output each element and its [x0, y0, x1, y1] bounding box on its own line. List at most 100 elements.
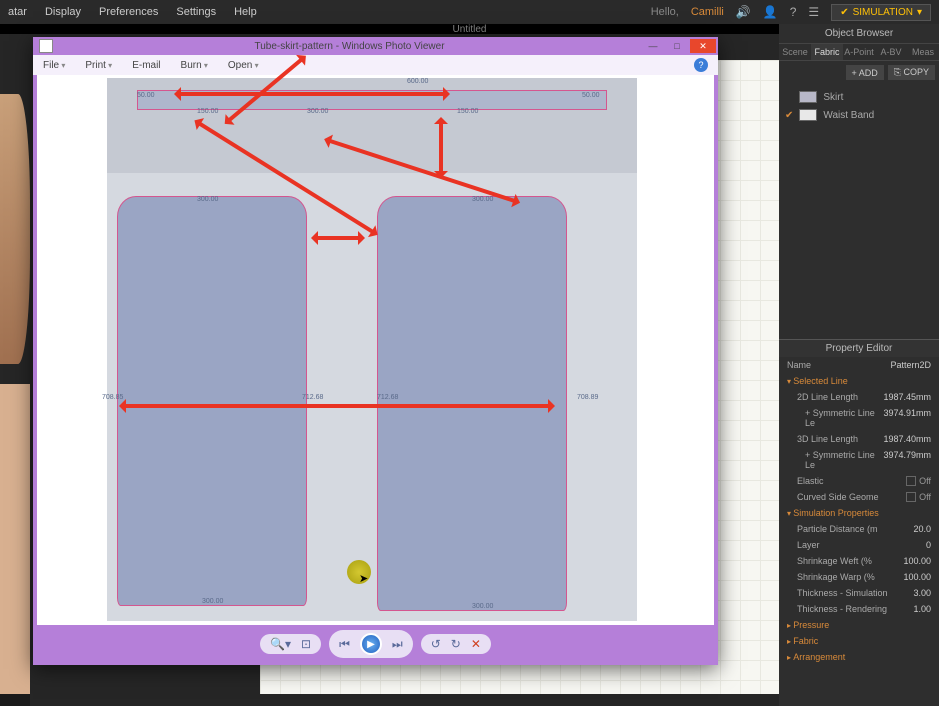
- maximize-button[interactable]: □: [666, 39, 688, 53]
- arrow-icon: [122, 404, 552, 408]
- meas-label: 300.00: [472, 603, 493, 610]
- prop-label: Shrinkage Warp (%: [797, 572, 875, 582]
- prop-value: 1987.40mm: [883, 434, 931, 444]
- tab-abv[interactable]: A-BV: [875, 44, 907, 60]
- right-panel: Object Browser Scene Fabric A-Point A-BV…: [779, 24, 939, 706]
- slideshow-button[interactable]: ▶: [360, 633, 382, 655]
- pv-content[interactable]: 600.00 50.00 50.00 150.00 300.00 150.00 …: [37, 75, 714, 625]
- pv-menubar: File Print E-mail Burn Open ?: [33, 55, 718, 75]
- delete-icon[interactable]: ✕: [471, 637, 481, 651]
- hello-label: Hello,: [651, 6, 679, 18]
- menu-preferences[interactable]: Preferences: [99, 6, 158, 18]
- meas-label: 150.00: [197, 108, 218, 115]
- sync-icon[interactable]: ☰: [808, 5, 819, 19]
- main-menubar: atar Display Preferences Settings Help H…: [0, 0, 939, 24]
- rotate-cw-icon[interactable]: ↻: [451, 637, 461, 651]
- object-browser-tabs: Scene Fabric A-Point A-BV Meas: [779, 44, 939, 61]
- meas-label: 150.00: [457, 108, 478, 115]
- add-button[interactable]: + ADD: [846, 65, 884, 80]
- pv-menu-burn[interactable]: Burn: [181, 60, 208, 71]
- close-button[interactable]: ✕: [690, 39, 716, 53]
- tab-fabric[interactable]: Fabric: [811, 44, 843, 60]
- pv-title: Tube-skirt-pattern - Windows Photo Viewe…: [59, 41, 640, 52]
- prop-value[interactable]: 100.00: [903, 556, 931, 566]
- curved-toggle[interactable]: Off: [906, 492, 931, 502]
- prop-label: Particle Distance (m: [797, 524, 878, 534]
- minimize-button[interactable]: —: [642, 39, 664, 53]
- user-icon[interactable]: 👤: [763, 5, 778, 19]
- meas-label: 300.00: [197, 196, 218, 203]
- list-item[interactable]: ✔ Waist Band: [783, 106, 935, 124]
- list-item[interactable]: ✔ Skirt: [783, 88, 935, 106]
- arrow-icon: [177, 92, 447, 96]
- prev-icon[interactable]: ⏮: [339, 637, 350, 652]
- simulation-button[interactable]: ✔ SIMULATION ▾: [831, 4, 931, 21]
- prop-label: + Symmetric Line Le: [805, 408, 883, 428]
- check-icon: ✔: [785, 110, 793, 121]
- prop-value: 3974.91mm: [883, 408, 931, 428]
- photo-viewer-window[interactable]: Tube-skirt-pattern - Windows Photo Viewe…: [33, 37, 718, 665]
- prop-value[interactable]: Pattern2D: [890, 360, 931, 370]
- fabric-swatch: [799, 109, 817, 121]
- avatar-upper: [0, 94, 30, 364]
- next-icon[interactable]: ⏭: [392, 637, 403, 652]
- avatar-lower: [0, 384, 30, 694]
- prop-label: Thickness - Simulation: [797, 588, 888, 598]
- elastic-toggle[interactable]: Off: [906, 476, 931, 486]
- section-selected-line[interactable]: Selected Line: [779, 373, 939, 389]
- pattern-image: 600.00 50.00 50.00 150.00 300.00 150.00 …: [107, 78, 637, 621]
- section-fabric[interactable]: Fabric: [779, 633, 939, 649]
- pv-help-icon[interactable]: ?: [694, 58, 708, 72]
- meas-label: 50.00: [582, 92, 600, 99]
- pv-menu-file[interactable]: File: [43, 60, 65, 71]
- prop-label: 2D Line Length: [797, 392, 858, 402]
- pv-titlebar[interactable]: Tube-skirt-pattern - Windows Photo Viewe…: [33, 37, 718, 55]
- pv-menu-email[interactable]: E-mail: [132, 60, 160, 71]
- rotate-ccw-icon[interactable]: ↺: [431, 637, 441, 651]
- prop-value[interactable]: 20.0: [913, 524, 931, 534]
- pv-toolbar: 🔍▾ ⊡ ⏮ ▶ ⏭ ↺ ↻ ✕: [33, 629, 718, 659]
- menu-settings[interactable]: Settings: [176, 6, 216, 18]
- prop-label: Name: [787, 360, 811, 370]
- menu-avatar[interactable]: atar: [8, 6, 27, 18]
- meas-label: 712.68: [377, 394, 398, 401]
- section-sim-props[interactable]: Simulation Properties: [779, 505, 939, 521]
- meas-label: 300.00: [472, 196, 493, 203]
- prop-value: 3974.79mm: [883, 450, 931, 470]
- property-editor: Property Editor Name Pattern2D Selected L…: [779, 339, 939, 706]
- pv-app-icon: [39, 39, 53, 53]
- help-icon[interactable]: ?: [790, 5, 797, 19]
- tab-apoint[interactable]: A-Point: [843, 44, 875, 60]
- sound-icon[interactable]: 🔊: [736, 5, 751, 19]
- prop-label: Elastic: [797, 476, 824, 486]
- prop-label: 3D Line Length: [797, 434, 858, 444]
- property-editor-title: Property Editor: [779, 340, 939, 357]
- menu-help[interactable]: Help: [234, 6, 257, 18]
- meas-label: 708.89: [577, 394, 598, 401]
- fabric-name: Skirt: [823, 92, 843, 103]
- prop-label: Shrinkage Weft (%: [797, 556, 872, 566]
- fabric-list: ✔ Skirt ✔ Waist Band: [779, 84, 939, 128]
- copy-button[interactable]: ⎘ COPY: [888, 65, 935, 80]
- prop-value[interactable]: 100.00: [903, 572, 931, 582]
- section-pressure[interactable]: Pressure: [779, 617, 939, 633]
- prop-label: Thickness - Rendering: [797, 604, 887, 614]
- prop-label: Curved Side Geome: [797, 492, 879, 502]
- zoom-icon[interactable]: 🔍▾: [270, 637, 291, 651]
- actual-size-icon[interactable]: ⊡: [301, 637, 311, 651]
- object-browser-title: Object Browser: [779, 24, 939, 44]
- meas-label: 300.00: [202, 598, 223, 605]
- fabric-swatch: [799, 91, 817, 103]
- prop-value[interactable]: 0: [926, 540, 931, 550]
- tab-meas[interactable]: Meas: [907, 44, 939, 60]
- username[interactable]: Camilli: [691, 6, 724, 18]
- left-skirt-piece: [117, 196, 307, 606]
- arrow-icon: [439, 120, 443, 175]
- pv-menu-open[interactable]: Open: [228, 60, 259, 71]
- section-arrangement[interactable]: Arrangement: [779, 649, 939, 665]
- tab-scene[interactable]: Scene: [779, 44, 811, 60]
- pv-menu-print[interactable]: Print: [85, 60, 112, 71]
- menu-display[interactable]: Display: [45, 6, 81, 18]
- prop-value[interactable]: 1.00: [913, 604, 931, 614]
- prop-value[interactable]: 3.00: [913, 588, 931, 598]
